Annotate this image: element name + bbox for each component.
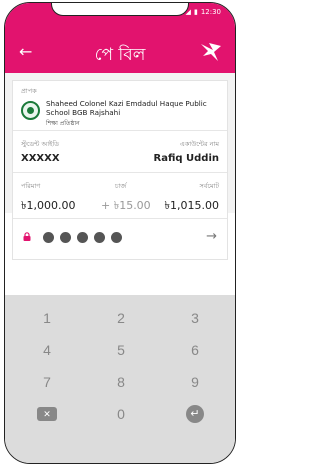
key-6[interactable]: 6 (165, 337, 225, 363)
charge-label: চার্জ (115, 182, 127, 190)
account-name-label: একাউন্টের নাম (179, 140, 219, 148)
account-name-value: Rafiq Uddin (153, 153, 219, 164)
recipient-name: Shaheed Colonel Kazi Emdadul Haque Publi… (46, 99, 207, 117)
status-time: 12:30 (200, 8, 221, 16)
student-id-value: XXXXX (21, 153, 60, 164)
battery-icon: ▮ (193, 8, 198, 16)
amount-label: পরিমাণ (21, 182, 41, 190)
pin-dots (43, 232, 122, 243)
total-label: সর্বমোট (199, 182, 219, 190)
key-3[interactable]: 3 (165, 305, 225, 331)
enter-icon: ↵ (186, 405, 204, 423)
key-7[interactable]: 7 (17, 369, 77, 395)
key-0[interactable]: 0 (91, 401, 151, 427)
key-2[interactable]: 2 (91, 305, 151, 331)
pin-entry-field[interactable]: → (13, 219, 227, 259)
charge-value: + ৳15.00 (101, 199, 151, 212)
pin-dot (43, 232, 54, 243)
pin-dot (60, 232, 71, 243)
bkash-bird-logo-icon (201, 43, 221, 61)
key-9[interactable]: 9 (165, 369, 225, 395)
backspace-key[interactable]: ✕ (17, 401, 77, 427)
school-logo-icon (21, 101, 40, 120)
app-header: ← পে বিল (5, 33, 235, 73)
phone-notch (51, 3, 189, 16)
proceed-arrow-icon[interactable]: → (206, 229, 217, 244)
recipient-type: শিক্ষা প্রতিষ্ঠান (46, 120, 80, 127)
recipient-section: প্রাপক Shaheed Colonel Kazi Emdadul Haqu… (13, 81, 227, 131)
key-1[interactable]: 1 (17, 305, 77, 331)
amounts-section: পরিমাণ চার্জ সর্বমোট ৳1,000.00 + ৳15.00 … (13, 173, 227, 219)
phone-frame: ▼◢ ▮ 12:30 ← পে বিল প্রাপক Shaheed Colon… (4, 2, 236, 464)
pin-dot (111, 232, 122, 243)
total-value: ৳1,015.00 (164, 199, 219, 212)
pin-dot (77, 232, 88, 243)
ids-section: স্টুডেন্ট আইডি একাউন্টের নাম XXXXX Rafiq… (13, 131, 227, 173)
student-id-label: স্টুডেন্ট আইডি (21, 140, 60, 148)
numeric-keypad: 1 2 3 4 5 6 7 8 9 ✕ 0 ↵ (5, 295, 235, 463)
recipient-label: প্রাপক (21, 87, 37, 95)
content-area: প্রাপক Shaheed Colonel Kazi Emdadul Haqu… (5, 73, 235, 260)
key-5[interactable]: 5 (91, 337, 151, 363)
backspace-icon: ✕ (37, 407, 57, 421)
key-4[interactable]: 4 (17, 337, 77, 363)
bill-details-card: প্রাপক Shaheed Colonel Kazi Emdadul Haqu… (12, 80, 228, 260)
key-8[interactable]: 8 (91, 369, 151, 395)
lock-icon (23, 232, 31, 241)
enter-key[interactable]: ↵ (165, 401, 225, 427)
pin-dot (94, 232, 105, 243)
amount-value: ৳1,000.00 (21, 199, 76, 212)
